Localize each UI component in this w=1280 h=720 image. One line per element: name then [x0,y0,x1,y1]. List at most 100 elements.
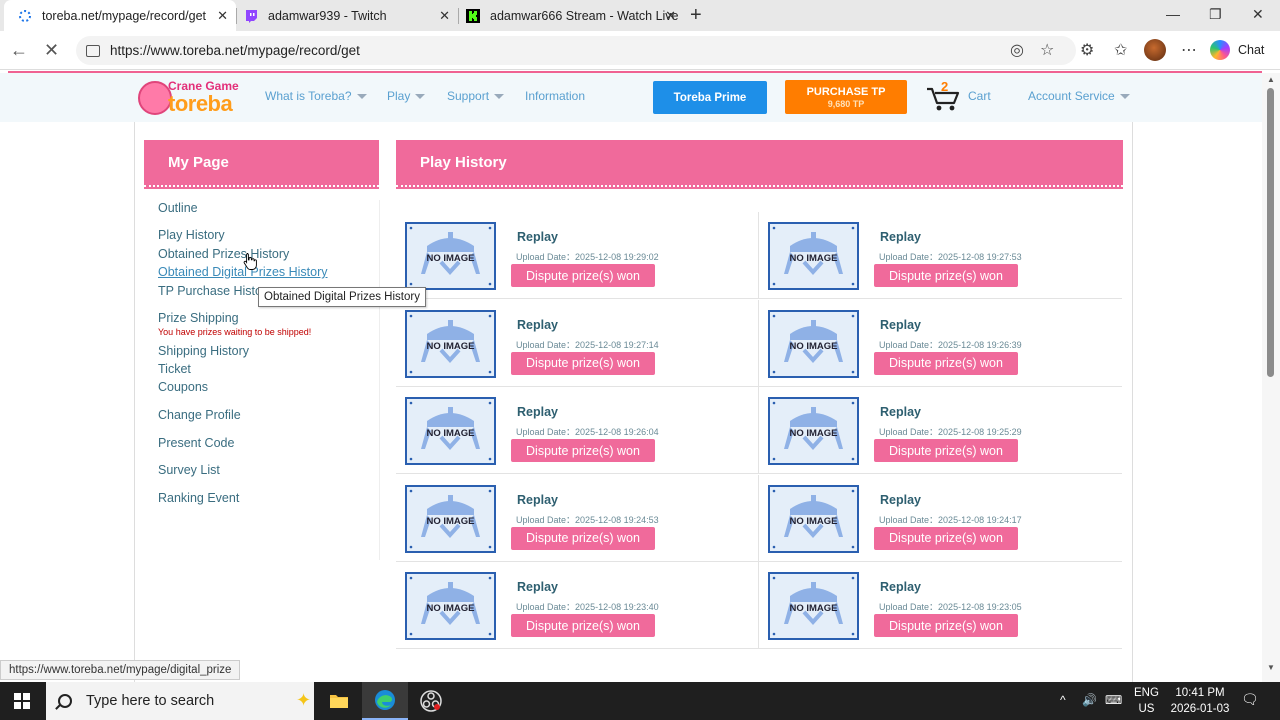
tab-kick[interactable]: adamwar666 Stream - Watch Live ✕ [460,0,684,31]
keyboard-icon[interactable]: ⌨ [1105,693,1122,707]
file-explorer-taskbar-button[interactable] [316,682,362,720]
record-thumbnail[interactable]: NO IMAGE [768,484,859,553]
kick-icon [466,8,480,23]
url-field[interactable]: https://www.toreba.net/mypage/record/get [76,36,1076,65]
upload-date-prefix: Upload Date： [516,339,576,350]
toreba-prime-button[interactable]: Toreba Prime [653,81,767,114]
upload-date-value: 2025-12-08 19:29:02 [575,252,659,262]
record-thumbnail[interactable]: NO IMAGE [768,222,859,290]
play-record-card: NO IMAGE Replay Upload Date：2025-12-08 19:… [396,212,759,299]
replay-link[interactable]: Replay [880,493,921,507]
record-thumbnail[interactable]: NO IMAGE [768,572,859,641]
cart-link[interactable]: 2 Cart [925,79,995,113]
scrollbar-thumb[interactable] [1267,88,1274,377]
back-icon[interactable]: ← [10,40,28,61]
upload-date: Upload Date：2025-12-08 19:25:29 [879,425,1022,438]
dispute-prize-button[interactable]: Dispute prize(s) won [874,439,1018,463]
dispute-prize-button[interactable]: Dispute prize(s) won [511,526,655,550]
nav-play[interactable]: Play [387,89,426,103]
sidebar-item-play-history[interactable]: Play History [158,228,225,242]
record-thumbnail[interactable]: NO IMAGE [768,309,859,378]
close-tab-icon[interactable]: ✕ [217,8,228,24]
dispute-prize-button[interactable]: Dispute prize(s) won [874,614,1018,638]
dispute-prize-button[interactable]: Dispute prize(s) won [511,439,655,463]
record-thumbnail[interactable]: NO IMAGE [405,484,496,553]
sidebar-item-ticket[interactable]: Ticket [158,362,191,376]
scroll-down-icon[interactable]: ▼ [1267,663,1275,672]
cart-label: Cart [968,89,991,103]
more-menu-icon[interactable]: ⋯ [1181,40,1197,60]
profile-avatar[interactable] [1144,39,1166,61]
scroll-up-icon[interactable]: ▲ [1267,75,1275,84]
replay-link[interactable]: Replay [517,318,558,332]
volume-icon[interactable]: 🔊 [1082,693,1097,707]
sidebar-item-tp-purchase-history[interactable]: TP Purchase History [158,284,272,298]
replay-link[interactable]: Replay [517,230,558,244]
purchase-tp-button[interactable]: PURCHASE TP 9,680 TP [785,80,907,114]
upload-date-prefix: Upload Date： [516,514,576,525]
sidebar-item-change-profile[interactable]: Change Profile [158,408,241,422]
upload-date: Upload Date：2025-12-08 19:27:14 [516,338,659,351]
tab-toreba[interactable]: toreba.net/mypage/record/get ✕ [4,0,236,31]
close-window-icon[interactable]: ✕ [1252,6,1264,23]
record-thumbnail[interactable]: NO IMAGE [405,222,496,290]
dispute-prize-button[interactable]: Dispute prize(s) won [511,614,655,638]
nav-what-is-toreba[interactable]: What is Toreba? [265,89,367,103]
sidebar-item-coupons[interactable]: Coupons [158,380,208,394]
replay-link[interactable]: Replay [880,230,921,244]
replay-link[interactable]: Replay [517,405,558,419]
replay-link[interactable]: Replay [517,493,558,507]
close-tab-icon[interactable]: ✕ [665,8,676,24]
sidebar-item-shipping-history[interactable]: Shipping History [158,344,249,358]
sidebar-item-outline[interactable]: Outline [158,201,198,215]
dispute-prize-button[interactable]: Dispute prize(s) won [511,264,655,287]
toreba-logo[interactable]: Crane Game toreba [138,77,244,119]
site-info-icon[interactable] [86,44,100,57]
page-scrollbar[interactable]: ▲ ▼ [1262,73,1280,682]
extensions-icon[interactable]: ⚙ [1080,40,1094,60]
dispute-prize-button[interactable]: Dispute prize(s) won [874,526,1018,550]
dispute-prize-button[interactable]: Dispute prize(s) won [511,351,655,375]
search-icon [58,694,72,708]
favorites-list-icon[interactable]: ✩ [1114,40,1127,60]
sidebar-item-prize-shipping[interactable]: Prize Shipping [158,311,239,325]
record-thumbnail[interactable]: NO IMAGE [405,397,496,466]
record-thumbnail[interactable]: NO IMAGE [405,309,496,378]
no-image-label: NO IMAGE [426,603,475,615]
edge-taskbar-button[interactable] [362,682,408,720]
maximize-icon[interactable]: ❐ [1209,6,1222,23]
input-language-indicator[interactable]: ENG US [1134,685,1159,717]
nav-support[interactable]: Support [447,89,505,103]
favorite-star-icon[interactable]: ☆ [1040,40,1054,60]
minimize-icon[interactable]: — [1166,6,1180,22]
nav-information[interactable]: Information [525,89,585,103]
show-hidden-icons-icon[interactable]: ^ [1060,693,1066,707]
chevron-down-icon [494,94,505,100]
dispute-prize-button[interactable]: Dispute prize(s) won [874,351,1018,375]
replay-link[interactable]: Replay [880,405,921,419]
stop-loading-icon[interactable]: ✕ [44,40,59,61]
tab-twitch[interactable]: adamwar939 - Twitch ✕ [236,0,458,31]
record-thumbnail[interactable]: NO IMAGE [405,572,496,641]
record-thumbnail[interactable]: NO IMAGE [768,397,859,466]
play-history-heading: Play History [396,140,1123,189]
tracking-prevention-icon[interactable]: ◎ [1010,40,1024,60]
sidebar-item-survey-list[interactable]: Survey List [158,463,220,477]
new-tab-icon[interactable]: + [690,4,702,27]
taskbar-clock[interactable]: 10:41 PM 2026-01-03 [1164,685,1236,717]
sidebar-item-present-code[interactable]: Present Code [158,436,234,450]
notifications-icon[interactable]: 🗨 [1241,691,1259,708]
copilot-chat-button[interactable]: Chat [1210,37,1264,63]
sidebar-item-obtained-prizes[interactable]: Obtained Prizes History [158,247,289,261]
dispute-prize-button[interactable]: Dispute prize(s) won [874,264,1018,287]
windows-start-icon[interactable] [14,693,30,709]
replay-link[interactable]: Replay [517,580,558,594]
hand-cursor-icon [243,253,257,270]
replay-link[interactable]: Replay [880,580,921,594]
replay-link[interactable]: Replay [880,318,921,332]
sidebar-item-ranking-event[interactable]: Ranking Event [158,491,239,505]
nav-account-service[interactable]: Account Service [1028,89,1130,103]
taskbar-search-box[interactable]: Type here to search ✦ [46,682,314,720]
obs-taskbar-button[interactable] [408,682,454,720]
close-tab-icon[interactable]: ✕ [439,8,450,24]
